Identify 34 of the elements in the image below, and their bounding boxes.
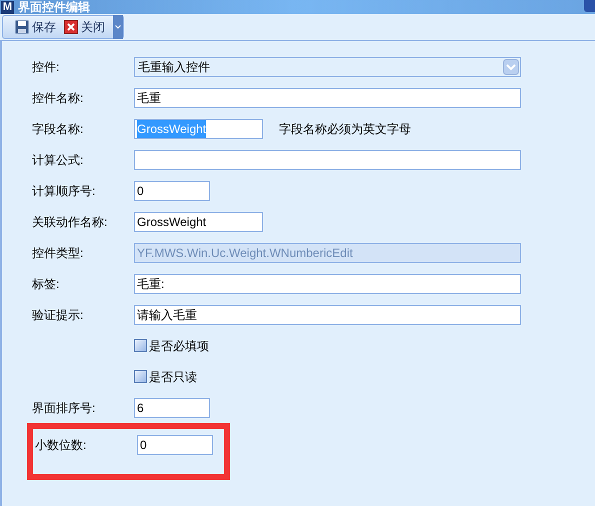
hint-text: 字段名称必须为英文字母 bbox=[279, 120, 411, 138]
text-field[interactable]: 6 bbox=[134, 398, 210, 418]
checkbox-label: 是否必填项 bbox=[149, 338, 209, 354]
toolbar-overflow-button[interactable] bbox=[113, 15, 123, 39]
close-icon bbox=[64, 20, 78, 34]
field-label: 计算公式: bbox=[32, 152, 84, 168]
field-label: 小数位数: bbox=[35, 436, 88, 454]
checkbox[interactable] bbox=[134, 339, 147, 352]
field-label: 计算顺序号: bbox=[32, 182, 96, 200]
text-field[interactable]: 毛重: bbox=[134, 274, 521, 294]
save-icon bbox=[15, 20, 29, 34]
field-label: 控件类型: bbox=[32, 244, 84, 262]
text-field[interactable] bbox=[134, 150, 521, 170]
app-icon: M bbox=[1, 0, 14, 14]
control-dropdown[interactable]: 毛重输入控件 bbox=[134, 56, 521, 76]
text-field[interactable]: 毛重 bbox=[134, 88, 521, 108]
field-label: 字段名称: bbox=[32, 120, 84, 138]
field-label: 控件名称: bbox=[32, 90, 84, 106]
text-field[interactable]: 请输入毛重 bbox=[134, 304, 521, 324]
chevron-down-icon bbox=[115, 25, 121, 29]
toolbar-button[interactable]: 保存 bbox=[15, 18, 56, 36]
text-field[interactable]: GrossWeight bbox=[134, 212, 263, 232]
field-label: 控件: bbox=[32, 58, 60, 76]
text-field[interactable]: 0 bbox=[137, 434, 213, 454]
field-label: 标签: bbox=[32, 276, 60, 292]
toolbar-button[interactable]: 关闭 bbox=[64, 18, 105, 36]
field-label: 关联动作名称: bbox=[32, 214, 108, 230]
field-label: 界面排序号: bbox=[32, 400, 96, 416]
checkbox[interactable] bbox=[134, 370, 147, 383]
window-title: 界面控件编辑 bbox=[18, 0, 90, 14]
checkbox-label: 是否只读 bbox=[149, 368, 197, 386]
text-field[interactable]: 0 bbox=[134, 180, 210, 200]
chevron-down-icon bbox=[503, 58, 519, 74]
field-label: 验证提示: bbox=[32, 306, 84, 324]
